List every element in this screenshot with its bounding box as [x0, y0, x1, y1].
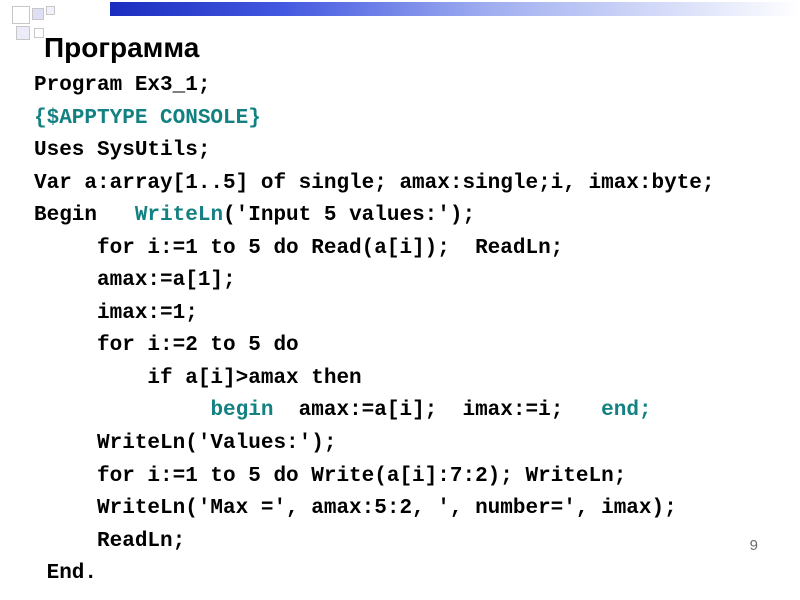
square-icon [12, 6, 30, 24]
code-line: begin amax:=a[i]; imax:=i; end; [34, 395, 780, 428]
code-line: for i:=2 to 5 do [34, 330, 780, 363]
slide: Программа Program Ex3_1; {$APPTYPE CONSO… [0, 0, 800, 600]
code-text [34, 399, 210, 422]
code-line: WriteLn('Values:'); [34, 428, 780, 461]
code-block: Program Ex3_1; {$APPTYPE CONSOLE} Uses S… [34, 70, 780, 591]
code-line: End. [34, 558, 780, 591]
square-icon [46, 6, 55, 15]
code-text: amax:=a[i]; imax:=i; [299, 399, 601, 422]
header-bar [0, 0, 800, 28]
code-keyword: WriteLn [135, 204, 223, 227]
code-line: WriteLn('Max =', amax:5:2, ', number=', … [34, 493, 780, 526]
header-gradient [110, 2, 800, 16]
code-line: imax:=1; [34, 298, 780, 331]
code-line: {$APPTYPE CONSOLE} [34, 103, 780, 136]
slide-title: Программа [44, 32, 199, 64]
code-line: Var a:array[1..5] of single; amax:single… [34, 168, 780, 201]
code-text: Begin [34, 204, 135, 227]
code-line: for i:=1 to 5 do Read(a[i]); ReadLn; [34, 233, 780, 266]
code-line: Program Ex3_1; [34, 70, 780, 103]
code-text: ('Input 5 values:'); [223, 204, 475, 227]
code-line: for i:=1 to 5 do Write(a[i]:7:2); WriteL… [34, 461, 780, 494]
code-keyword: end; [601, 399, 651, 422]
page-number: 9 [750, 537, 758, 554]
code-line: Begin WriteLn('Input 5 values:'); [34, 200, 780, 233]
square-icon [16, 26, 30, 40]
square-icon [34, 28, 44, 38]
code-line: ReadLn; [34, 526, 780, 559]
code-line: Uses SysUtils; [34, 135, 780, 168]
code-line: if a[i]>amax then [34, 363, 780, 396]
code-line: amax:=a[1]; [34, 265, 780, 298]
square-icon [32, 8, 44, 20]
code-keyword: begin [210, 399, 298, 422]
